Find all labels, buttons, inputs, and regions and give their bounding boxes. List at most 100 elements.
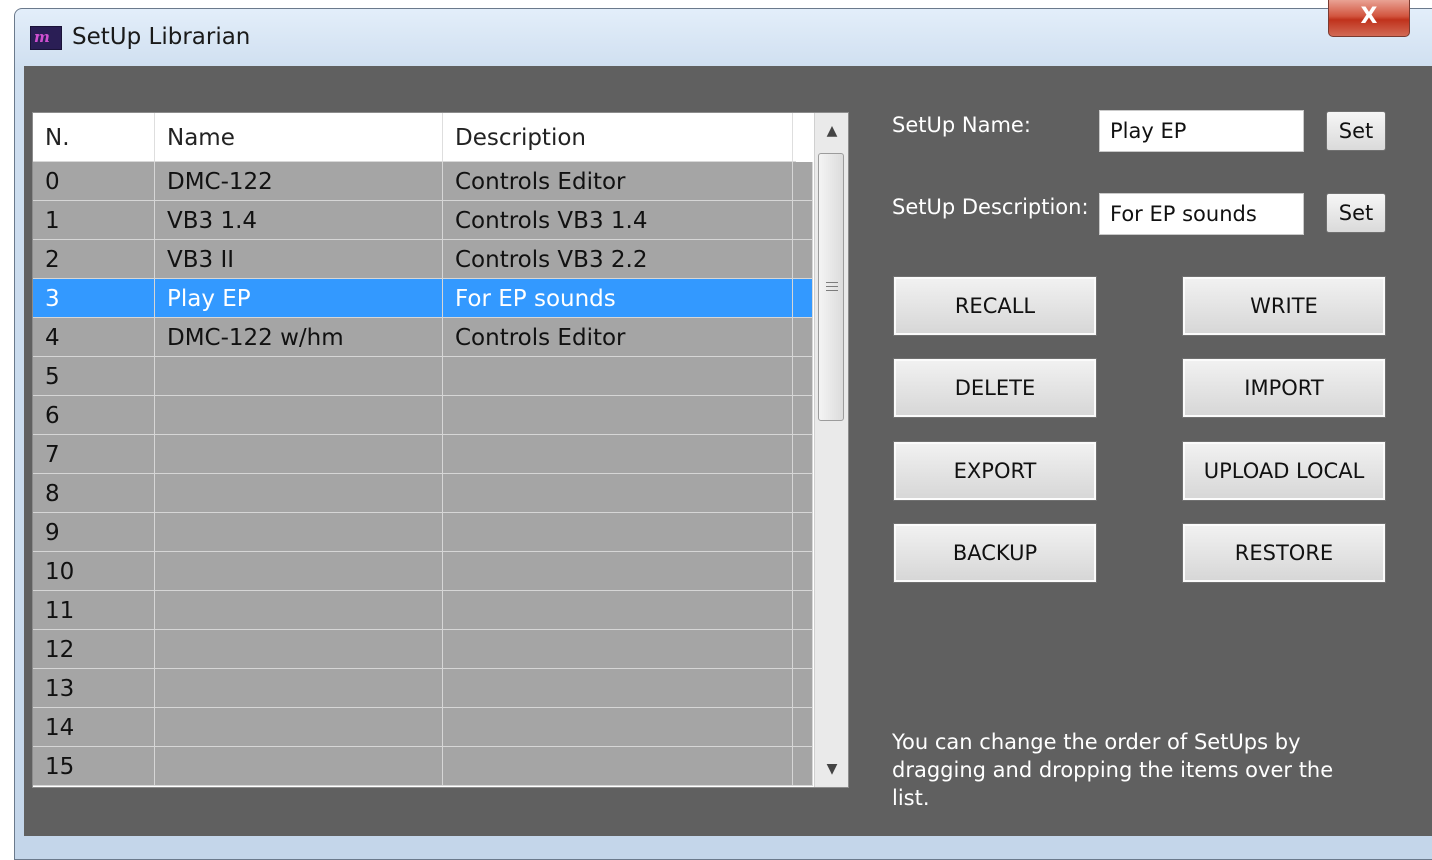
- hint-line-1: You can change the order of SetUps by: [892, 730, 1301, 754]
- row-name: [155, 396, 443, 434]
- title-bar[interactable]: m SetUp Librarian: [14, 8, 1432, 66]
- import-button[interactable]: IMPORT: [1182, 358, 1386, 418]
- row-name: [155, 669, 443, 707]
- row-filler: [793, 669, 813, 707]
- row-name: [155, 435, 443, 473]
- row-name: Play EP: [155, 279, 443, 317]
- table-row[interactable]: 1 VB3 1.4 Controls VB3 1.4: [33, 201, 813, 240]
- backup-button[interactable]: BACKUP: [893, 523, 1097, 583]
- row-number: 13: [33, 669, 155, 707]
- table-row[interactable]: 11: [33, 591, 813, 630]
- row-number: 14: [33, 708, 155, 746]
- row-description: Controls VB3 2.2: [443, 240, 793, 278]
- table-row[interactable]: 10: [33, 552, 813, 591]
- row-number: 12: [33, 630, 155, 668]
- restore-button[interactable]: RESTORE: [1182, 523, 1386, 583]
- row-number: 3: [33, 279, 155, 317]
- row-filler: [793, 162, 813, 200]
- row-name: [155, 357, 443, 395]
- export-button[interactable]: EXPORT: [893, 441, 1097, 501]
- hint-line-2: dragging and dropping the items over the…: [892, 758, 1334, 810]
- row-filler: [793, 591, 813, 629]
- row-description: [443, 630, 793, 668]
- row-filler: [793, 474, 813, 512]
- row-name: [155, 591, 443, 629]
- table-row[interactable]: 9: [33, 513, 813, 552]
- row-name: VB3 1.4: [155, 201, 443, 239]
- row-number: 1: [33, 201, 155, 239]
- setup-description-field[interactable]: For EP sounds: [1099, 193, 1304, 235]
- delete-button[interactable]: DELETE: [893, 358, 1097, 418]
- row-number: 15: [33, 747, 155, 785]
- row-number: 0: [33, 162, 155, 200]
- row-description: For EP sounds: [443, 279, 793, 317]
- setup-name-field[interactable]: Play EP: [1099, 110, 1304, 152]
- table-row[interactable]: 15: [33, 747, 813, 786]
- row-description: Controls Editor: [443, 318, 793, 356]
- app-logo-icon: m: [30, 26, 62, 50]
- row-description: [443, 591, 793, 629]
- table-row[interactable]: 12: [33, 630, 813, 669]
- table-row[interactable]: 14: [33, 708, 813, 747]
- row-name: [155, 630, 443, 668]
- row-name: [155, 552, 443, 590]
- row-filler: [793, 240, 813, 278]
- table-row[interactable]: 13: [33, 669, 813, 708]
- row-description: Controls VB3 1.4: [443, 201, 793, 239]
- table-row[interactable]: 7: [33, 435, 813, 474]
- row-number: 11: [33, 591, 155, 629]
- upload-local-button[interactable]: UPLOAD LOCAL: [1182, 441, 1386, 501]
- scrollbar-thumb[interactable]: [818, 153, 844, 421]
- row-number: 4: [33, 318, 155, 356]
- set-name-button[interactable]: Set: [1326, 111, 1386, 151]
- table-row[interactable]: 3 Play EP For EP sounds: [33, 279, 813, 318]
- vertical-scrollbar[interactable]: ▲ ▼: [814, 113, 848, 787]
- grip-icon: [826, 282, 838, 294]
- row-filler: [793, 318, 813, 356]
- table-row[interactable]: 4 DMC-122 w/hm Controls Editor: [33, 318, 813, 357]
- setup-list[interactable]: N. Name Description 0 DMC-122 Controls Edi…: [32, 112, 849, 788]
- row-filler: [793, 201, 813, 239]
- scroll-up-arrow-icon[interactable]: ▲: [815, 113, 848, 149]
- table-row[interactable]: 5: [33, 357, 813, 396]
- row-description: [443, 552, 793, 590]
- write-button[interactable]: WRITE: [1182, 276, 1386, 336]
- row-number: 8: [33, 474, 155, 512]
- column-header-name[interactable]: Name: [155, 113, 443, 161]
- list-rows: 0 DMC-122 Controls Editor 1 VB3 1.4 Controls …: [33, 162, 813, 786]
- table-row[interactable]: 2 VB3 II Controls VB3 2.2: [33, 240, 813, 279]
- row-name: [155, 474, 443, 512]
- row-filler: [793, 435, 813, 473]
- close-button[interactable]: X: [1328, 0, 1410, 37]
- row-number: 7: [33, 435, 155, 473]
- row-description: [443, 396, 793, 434]
- table-row[interactable]: 8: [33, 474, 813, 513]
- row-description: [443, 747, 793, 785]
- row-description: [443, 357, 793, 395]
- row-filler: [793, 552, 813, 590]
- window-title: SetUp Librarian: [72, 24, 251, 50]
- row-name: [155, 513, 443, 551]
- table-row[interactable]: 6: [33, 396, 813, 435]
- column-header-number[interactable]: N.: [33, 113, 155, 161]
- list-header: N. Name Description: [33, 113, 796, 162]
- row-name: [155, 747, 443, 785]
- row-name: VB3 II: [155, 240, 443, 278]
- row-filler: [793, 630, 813, 668]
- set-description-button[interactable]: Set: [1326, 193, 1386, 233]
- row-name: DMC-122: [155, 162, 443, 200]
- row-description: [443, 474, 793, 512]
- row-name: DMC-122 w/hm: [155, 318, 443, 356]
- scroll-down-arrow-icon[interactable]: ▼: [815, 751, 848, 787]
- row-number: 5: [33, 357, 155, 395]
- setup-description-label: SetUp Description:: [892, 195, 1089, 219]
- row-filler: [793, 279, 813, 317]
- row-description: [443, 708, 793, 746]
- recall-button[interactable]: RECALL: [893, 276, 1097, 336]
- row-name: [155, 708, 443, 746]
- column-header-description[interactable]: Description: [443, 113, 793, 161]
- row-filler: [793, 747, 813, 785]
- table-row[interactable]: 0 DMC-122 Controls Editor: [33, 162, 813, 201]
- row-filler: [793, 357, 813, 395]
- row-filler: [793, 396, 813, 434]
